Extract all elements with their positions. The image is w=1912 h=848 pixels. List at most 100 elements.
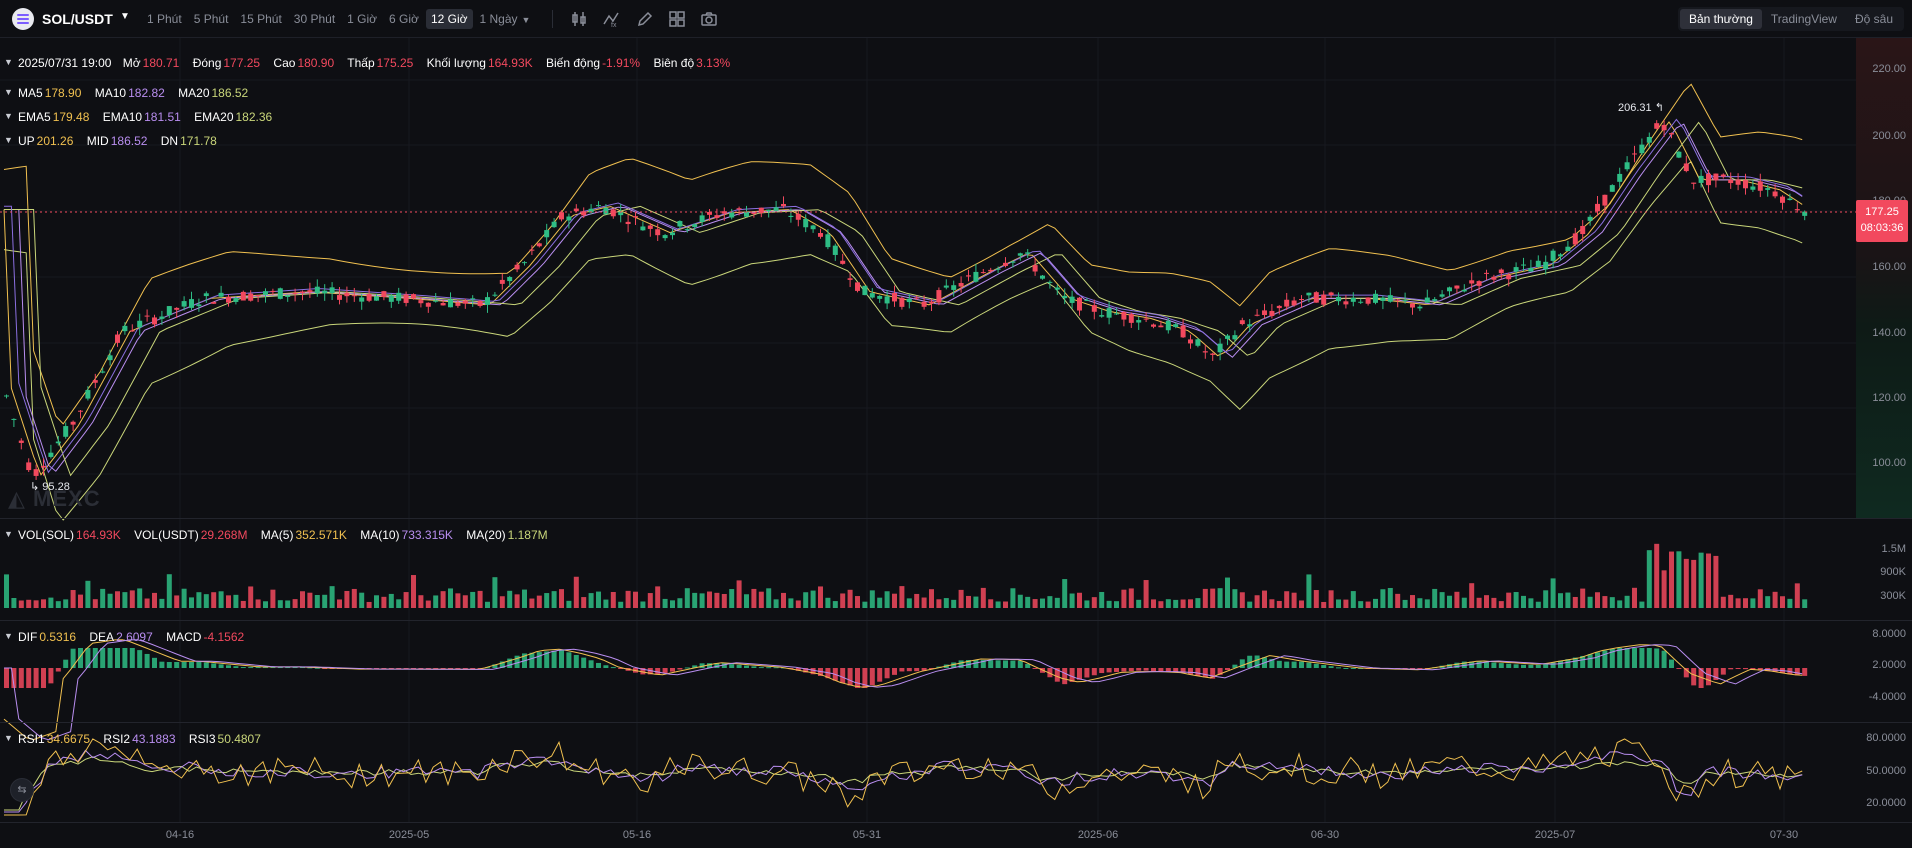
macd-histogram-bar [1158,668,1164,672]
candle-body [1247,324,1253,327]
chevron-down-icon[interactable]: ▼ [4,87,13,97]
candle-body [603,207,609,215]
volume-bar [647,593,653,608]
candle-body [1225,335,1230,339]
macd-histogram-bar [1543,664,1549,668]
volume-bar [559,589,564,608]
volume-bar [1091,597,1097,608]
candle-body [1091,305,1097,312]
volume-bar [1698,552,1704,608]
macd-histogram-bar [218,664,224,668]
candle-body [1683,163,1689,172]
boll-up-label: UP [18,134,35,148]
candle-body [773,207,779,211]
candle-body [433,300,439,302]
macd-histogram-bar [988,660,994,668]
volume-bar [440,591,446,608]
chevron-down-icon[interactable]: ▼ [4,111,13,121]
macd-histogram-bar [1639,648,1645,668]
shortcut-button[interactable]: ⇆ [10,778,34,802]
candle-body [396,292,402,301]
volume-bar [292,599,298,608]
boll-up-value: 201.26 [36,134,74,148]
volume-bar [795,600,801,608]
macd-histogram-bar [892,668,897,675]
volume-bar [818,586,823,608]
volume-bar [322,594,328,608]
volume-bar [840,593,846,608]
dea-label: DEA [89,630,115,644]
volume-bar [1291,592,1297,608]
volume-bar [1417,598,1423,608]
candle-body [862,285,868,296]
macd-histogram-bar [566,652,572,668]
volume-bar [1669,551,1674,608]
volume-bar [625,590,631,608]
macd-histogram-bar [995,660,1001,668]
macd-histogram-bar [1003,660,1008,668]
candle-body [1639,144,1645,154]
macd-histogram-bar [1491,662,1497,668]
candle-body [677,221,683,227]
candle-body [70,421,76,425]
chevron-down-icon[interactable]: ▼ [4,57,13,67]
macd-histogram-bar [1099,668,1105,674]
chevron-down-icon[interactable]: ▼ [4,631,13,641]
chevron-down-icon[interactable]: ▼ [4,135,13,145]
dea-value: 2.6097 [116,630,153,644]
candle-body [492,294,498,296]
volume-bar [862,601,868,608]
macd-histogram-bar [551,650,557,668]
chevron-down-icon[interactable]: ▼ [4,529,13,539]
volume-bar [1750,598,1756,608]
candle-body [914,297,920,299]
volume-bar [433,595,439,608]
volume-bar [1794,583,1800,608]
volume-bar [610,591,616,608]
macd-histogram-bar [1084,668,1090,678]
candle-body [485,297,490,305]
macd-histogram-bar [1188,668,1193,675]
candle-body [285,295,291,297]
macd-histogram-bar [166,662,172,668]
volume-bar [1165,599,1171,608]
volume-bar [1639,601,1645,608]
macd-histogram-bar [1114,668,1119,672]
candle-body [514,264,520,270]
macd-histogram-bar [677,668,683,670]
candle-body [729,212,735,218]
candle-body [529,249,535,251]
volume-bar [1180,599,1186,608]
candlestick-chart[interactable] [0,0,1856,848]
macd-histogram-bar [1151,668,1156,672]
watermark-text: MEXC [33,486,101,511]
open-label: Mở [122,56,141,70]
volume-bar [640,601,646,608]
vol-ma10-label: MA(10) [360,528,400,542]
macd-histogram-bar [1528,664,1534,668]
macd-histogram-bar [884,668,890,679]
volume-bar [33,600,39,608]
macd-histogram-bar [115,648,120,668]
macd-histogram-bar [1136,668,1142,671]
candle-body [566,216,572,221]
candle-body [818,233,823,237]
volume-bar [1676,551,1682,608]
macd-histogram-bar [203,662,209,668]
candle-body [1498,269,1504,274]
candle-body [751,212,757,214]
candle-body [211,302,217,304]
candle-body [33,469,39,476]
volume-bar [877,597,883,608]
chevron-down-icon[interactable]: ▼ [4,733,13,743]
candle-body [107,355,113,361]
macd-histogram-bar [1313,663,1319,668]
candle-body [1114,313,1119,315]
volume-bar [329,586,335,608]
rsi2-line [4,749,1803,813]
macd-histogram-bar [1091,668,1097,676]
volume-bar [492,577,498,608]
candle-body [1572,233,1578,245]
macd-histogram-bar [1336,667,1341,669]
boll-legend: UP 201.26 MID 186.52 DN 171.78 [18,134,227,148]
